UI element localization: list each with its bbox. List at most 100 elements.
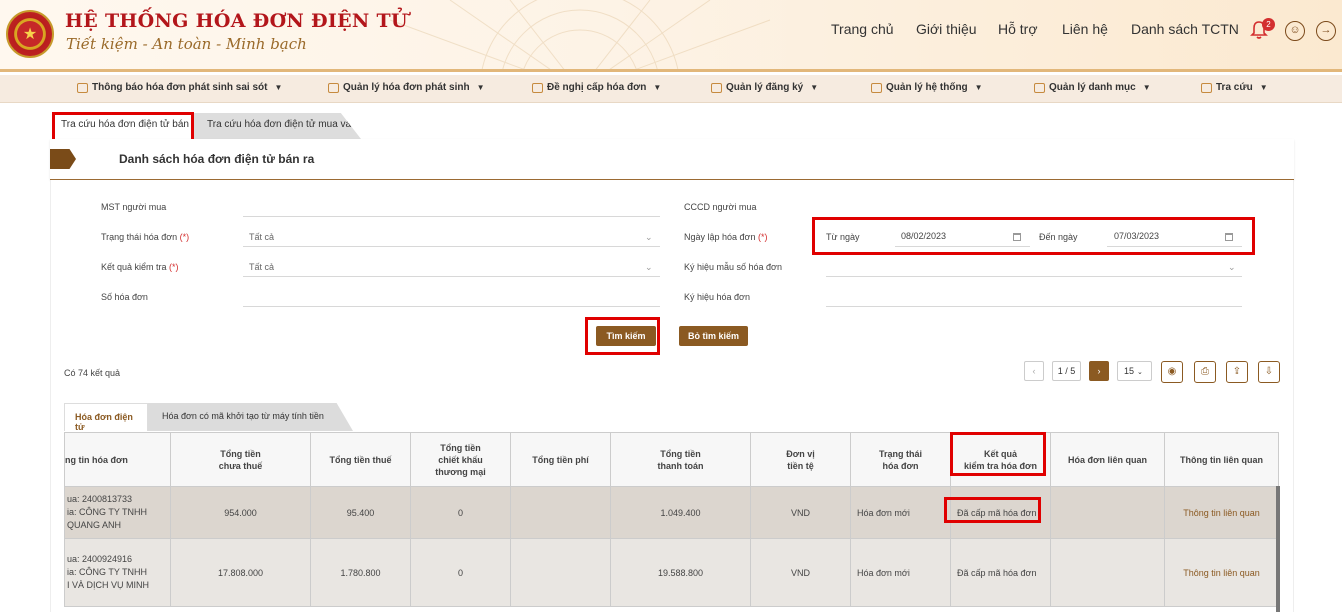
document-icon xyxy=(328,82,339,93)
settings-icon[interactable]: ◉ xyxy=(1161,361,1183,383)
template-label: Ký hiệu mẫu số hóa đơn xyxy=(684,262,782,272)
caret-down-icon: ▼ xyxy=(1142,83,1151,92)
chevron-down-icon: ⌄ xyxy=(1137,369,1143,376)
col-invoice-info: ng tin hóa đơn xyxy=(64,432,171,487)
related-invoice-cell xyxy=(1050,538,1165,607)
col-status: Trạng thái hóa đơn xyxy=(850,432,951,487)
clear-search-button[interactable]: Bỏ tìm kiếm xyxy=(679,326,748,346)
invoice-info-cell: ua: 2400813733 ia: CÔNG TY TNHH QUANG AN… xyxy=(64,486,171,539)
menu-lookup[interactable]: Tra cứu ▼ xyxy=(1201,82,1268,93)
caret-down-icon: ▼ xyxy=(810,83,819,92)
section-header: Danh sách hóa đơn điện tử bán ra xyxy=(50,139,1294,180)
highlight-box xyxy=(950,432,1046,476)
table-row[interactable]: ua: 2400813733 ia: CÔNG TY TNHH QUANG AN… xyxy=(64,486,1279,539)
check-label: Kết quả kiểm tra (*) xyxy=(101,262,179,272)
page-size-select[interactable]: 15 ⌄ xyxy=(1117,361,1152,381)
total-cell: 19.588.800 xyxy=(610,538,751,607)
col-total: Tổng tiền thanh toán xyxy=(610,432,751,487)
download-icon[interactable]: ⇩ xyxy=(1258,361,1280,383)
check-result-cell: Đã cấp mã hóa đơn xyxy=(950,538,1051,607)
brand-slogan: Tiết kiệm - An toàn - Minh bạch xyxy=(66,35,307,53)
template-select[interactable] xyxy=(826,276,1242,277)
table-scrollbar[interactable] xyxy=(1276,486,1280,612)
nav-about[interactable]: Giới thiệu xyxy=(916,21,977,37)
document-icon xyxy=(1201,82,1212,93)
invoice-table: ng tin hóa đơn Tổng tiền chưa thuế Tổng … xyxy=(64,432,1279,607)
invoice-info-cell: ua: 2400924916 ia: CÔNG TY TNHH I VÀ DỊC… xyxy=(64,538,171,607)
caret-down-icon: ▼ xyxy=(274,83,283,92)
section-title: Danh sách hóa đơn điện tử bán ra xyxy=(119,152,315,166)
pre-tax-cell: 954.000 xyxy=(170,486,311,539)
check-select[interactable]: Tất cả xyxy=(249,262,274,272)
pre-tax-cell: 17.808.000 xyxy=(170,538,311,607)
tax-cell: 1.780.800 xyxy=(310,538,411,607)
table-row[interactable]: ua: 2400924916 ia: CÔNG TY TNHH I VÀ DỊC… xyxy=(64,538,1279,607)
user-icon[interactable]: ☺ xyxy=(1285,21,1305,41)
nav-home[interactable]: Trang chủ xyxy=(831,21,894,37)
fee-cell xyxy=(510,486,611,539)
related-info-link[interactable]: Thông tin liên quan xyxy=(1164,538,1279,607)
total-cell: 1.049.400 xyxy=(610,486,751,539)
menu-invoice-management[interactable]: Quản lý hóa đơn phát sinh ▼ xyxy=(328,82,484,93)
highlight-box xyxy=(812,217,1255,255)
number-label: Số hóa đơn xyxy=(101,292,148,302)
document-icon xyxy=(77,82,88,93)
check-underline xyxy=(243,276,660,277)
nav-support[interactable]: Hỗ trợ xyxy=(998,21,1038,37)
nav-tctn-list[interactable]: Danh sách TCTN xyxy=(1131,21,1239,37)
star-icon: ★ xyxy=(17,21,43,47)
print-icon[interactable]: ⎙ xyxy=(1194,361,1216,383)
chevron-down-icon: ⌄ xyxy=(645,262,653,272)
next-page-button[interactable]: › xyxy=(1089,361,1109,381)
number-input[interactable] xyxy=(243,306,660,307)
menu-registration[interactable]: Quản lý đăng ký ▼ xyxy=(711,82,818,93)
chevron-down-icon: ⌄ xyxy=(1228,262,1236,272)
table-header: ng tin hóa đơn Tổng tiền chưa thuế Tổng … xyxy=(64,432,1279,487)
menu-system[interactable]: Quản lý hệ thống ▼ xyxy=(871,82,983,93)
col-related-info: Thông tin liên quan xyxy=(1164,432,1279,487)
export-icon[interactable]: ⇪ xyxy=(1226,361,1248,383)
status-cell: Hóa đơn mới xyxy=(850,486,951,539)
main-nav: Thông báo hóa đơn phát sinh sai sót ▼ Quả… xyxy=(0,75,1342,103)
subtab-e-invoice[interactable]: Hóa đơn điện tử xyxy=(64,403,148,432)
currency-cell: VND xyxy=(750,538,851,607)
menu-invoice-request[interactable]: Đề nghị cấp hóa đơn ▼ xyxy=(532,82,661,93)
document-icon xyxy=(711,82,722,93)
tax-cell: 95.400 xyxy=(310,486,411,539)
caret-down-icon: ▼ xyxy=(653,83,662,92)
logo[interactable]: ★ xyxy=(6,10,54,58)
status-label: Trạng thái hóa đơn (*) xyxy=(101,232,190,242)
subtab-cash-register-invoice[interactable]: Hóa đơn có mã khởi tạo từ máy tính tiền xyxy=(148,403,353,431)
tab-purchased-invoices[interactable]: Tra cứu hóa đơn điện tử mua vào xyxy=(193,113,361,139)
col-tax: Tổng tiền thuế xyxy=(310,432,411,487)
logout-icon[interactable]: → xyxy=(1316,21,1336,41)
prev-page-button[interactable]: ‹ xyxy=(1024,361,1044,381)
mst-input[interactable] xyxy=(243,216,660,217)
menu-catalog[interactable]: Quản lý danh mục ▼ xyxy=(1034,82,1151,93)
document-icon xyxy=(1034,82,1045,93)
highlight-box xyxy=(585,317,660,355)
brand-title: HỆ THỐNG HÓA ĐƠN ĐIỆN TỬ xyxy=(65,10,408,32)
symbol-input[interactable] xyxy=(826,306,1242,307)
fee-cell xyxy=(510,538,611,607)
col-discount: Tổng tiền chiết khấu thương mại xyxy=(410,432,511,487)
caret-down-icon: ▼ xyxy=(1259,83,1268,92)
nav-contact[interactable]: Liên hệ xyxy=(1062,21,1108,37)
currency-cell: VND xyxy=(750,486,851,539)
notification-badge: 2 xyxy=(1262,18,1275,31)
app-header: ★ HỆ THỐNG HÓA ĐƠN ĐIỆN TỬ Tiết kiệm - A… xyxy=(0,0,1342,72)
caret-down-icon: ▼ xyxy=(974,83,983,92)
caret-down-icon: ▼ xyxy=(476,83,485,92)
menu-error-notice[interactable]: Thông báo hóa đơn phát sinh sai sót ▼ xyxy=(77,82,282,93)
document-icon xyxy=(532,82,543,93)
col-related-invoice: Hóa đơn liên quan xyxy=(1050,432,1165,487)
result-count: Có 74 kết quả xyxy=(64,368,121,378)
discount-cell: 0 xyxy=(410,538,511,607)
symbol-label: Ký hiệu hóa đơn xyxy=(684,292,750,302)
mst-label: MST người mua xyxy=(101,202,167,212)
date-label: Ngày lập hóa đơn (*) xyxy=(684,232,768,242)
status-select[interactable]: Tất cả xyxy=(249,232,274,242)
related-info-link[interactable]: Thông tin liên quan xyxy=(1164,486,1279,539)
chevron-down-icon: ⌄ xyxy=(645,232,653,242)
document-icon xyxy=(871,82,882,93)
